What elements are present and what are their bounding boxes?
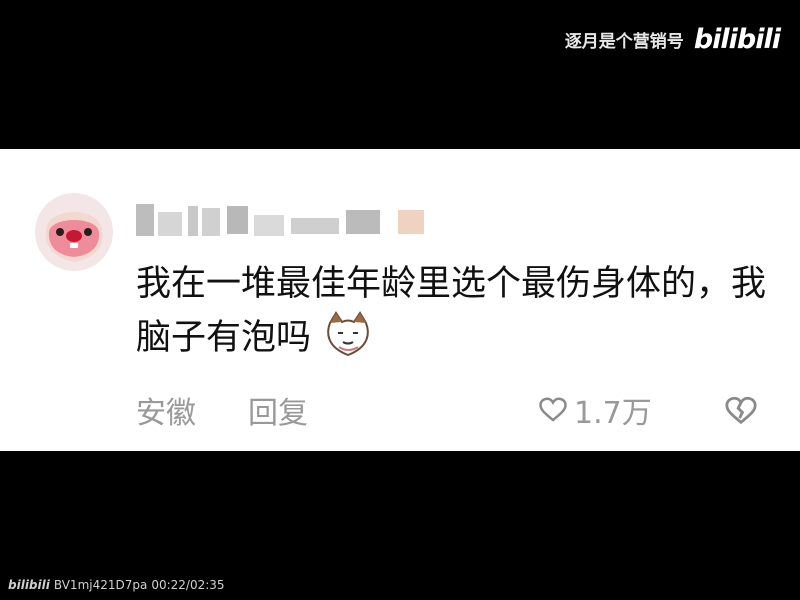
- location-label: 安徽: [136, 396, 196, 431]
- blurred-username: [136, 204, 424, 236]
- footer: bilibili BV1mj421D7pa 00:22/02:35: [8, 578, 225, 592]
- like-button[interactable]: 1.7万: [538, 388, 652, 432]
- playback-time: 00:22/02:35: [151, 578, 225, 592]
- reply-button[interactable]: 回复: [248, 388, 308, 432]
- top-right-watermark: 逐月是个营销号 bilibili: [564, 24, 781, 55]
- video-id: BV1mj421D7pa: [53, 578, 148, 592]
- footer-logo: bilibili: [8, 578, 50, 592]
- comment-text: 我在一堆最佳年龄里选个最伤身体的，我脑子有泡吗: [136, 257, 766, 365]
- like-count: 1.7万: [574, 396, 652, 431]
- heart-icon: [539, 397, 567, 422]
- channel-name: 逐月是个营销号: [564, 32, 684, 52]
- cat-face-emoji-icon: [327, 311, 369, 357]
- comment-body: 我在一堆最佳年龄里选个最伤身体的，我脑子有泡吗: [136, 264, 767, 358]
- dislike-icon[interactable]: [724, 394, 758, 428]
- avatar: [35, 193, 113, 271]
- bilibili-logo: bilibili: [693, 24, 781, 55]
